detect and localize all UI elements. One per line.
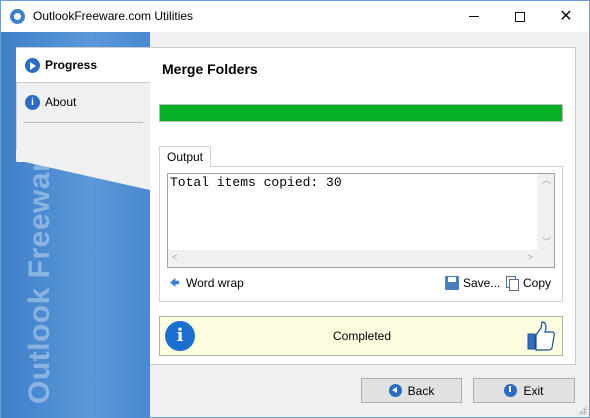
word-wrap-icon (168, 276, 182, 290)
sidebar-item-about[interactable]: i About (16, 84, 150, 120)
page-title: Merge Folders (162, 61, 258, 77)
exit-label: Exit (523, 383, 544, 398)
close-button[interactable]: ✕ (543, 1, 589, 32)
back-label: Back (407, 383, 435, 398)
close-icon: ✕ (559, 7, 573, 25)
copy-label: Copy (523, 276, 552, 290)
maximize-icon (515, 11, 525, 22)
back-icon (388, 384, 402, 397)
save-label: Save... (463, 276, 501, 290)
word-wrap-label: Word wrap (186, 276, 244, 290)
word-wrap-button[interactable]: Word wrap (168, 275, 244, 291)
status-text: Completed (332, 329, 392, 343)
progress-bar (159, 104, 563, 122)
output-text: Total items copied: 30 (170, 175, 342, 190)
status-panel: i Completed (159, 316, 563, 356)
app-icon (10, 9, 25, 24)
main-panel: Merge Folders Output Total items copied:… (150, 47, 576, 365)
horizontal-scrollbar[interactable]: < > (168, 250, 537, 267)
info-icon: i (25, 94, 40, 110)
sidebar: Outlook Freeware .com Progress i About (1, 32, 150, 418)
app-window: OutlookFreeware.com Utilities ✕ Outlook … (0, 0, 590, 418)
thumbs-up-icon (527, 321, 555, 351)
scroll-right-icon[interactable]: > (528, 254, 533, 263)
minimize-button[interactable] (451, 1, 497, 32)
output-tab-panel: Total items copied: 30 ︿ ﹀ < > Word wrap… (159, 166, 563, 302)
save-icon (445, 276, 459, 290)
minimize-icon (469, 16, 479, 17)
scroll-down-icon[interactable]: ﹀ (542, 239, 551, 248)
scroll-up-icon[interactable]: ︿ (542, 177, 551, 186)
title-bar: OutlookFreeware.com Utilities ✕ (1, 1, 589, 32)
copy-button[interactable]: Copy (505, 275, 551, 291)
sidebar-divider (23, 122, 143, 123)
maximize-button[interactable] (497, 1, 543, 32)
sidebar-item-label: Progress (45, 58, 98, 72)
scroll-left-icon[interactable]: < (172, 254, 177, 263)
output-textarea[interactable]: Total items copied: 30 ︿ ﹀ < > (167, 173, 555, 268)
sidebar-item-progress[interactable]: Progress (16, 47, 150, 83)
window-title: OutlookFreeware.com Utilities (33, 9, 194, 23)
sidebar-item-label: About (45, 95, 77, 109)
exit-button[interactable]: Exit (473, 378, 575, 403)
scrollbar-corner (537, 250, 554, 267)
copy-icon (505, 276, 519, 291)
progress-fill (160, 105, 562, 121)
save-button[interactable]: Save... (445, 275, 500, 291)
play-icon (25, 57, 40, 73)
vertical-scrollbar[interactable]: ︿ ﹀ (537, 174, 554, 251)
tab-output[interactable]: Output (159, 146, 211, 167)
power-icon (504, 384, 518, 397)
back-button[interactable]: Back (361, 378, 462, 403)
resize-grip[interactable] (577, 405, 587, 415)
